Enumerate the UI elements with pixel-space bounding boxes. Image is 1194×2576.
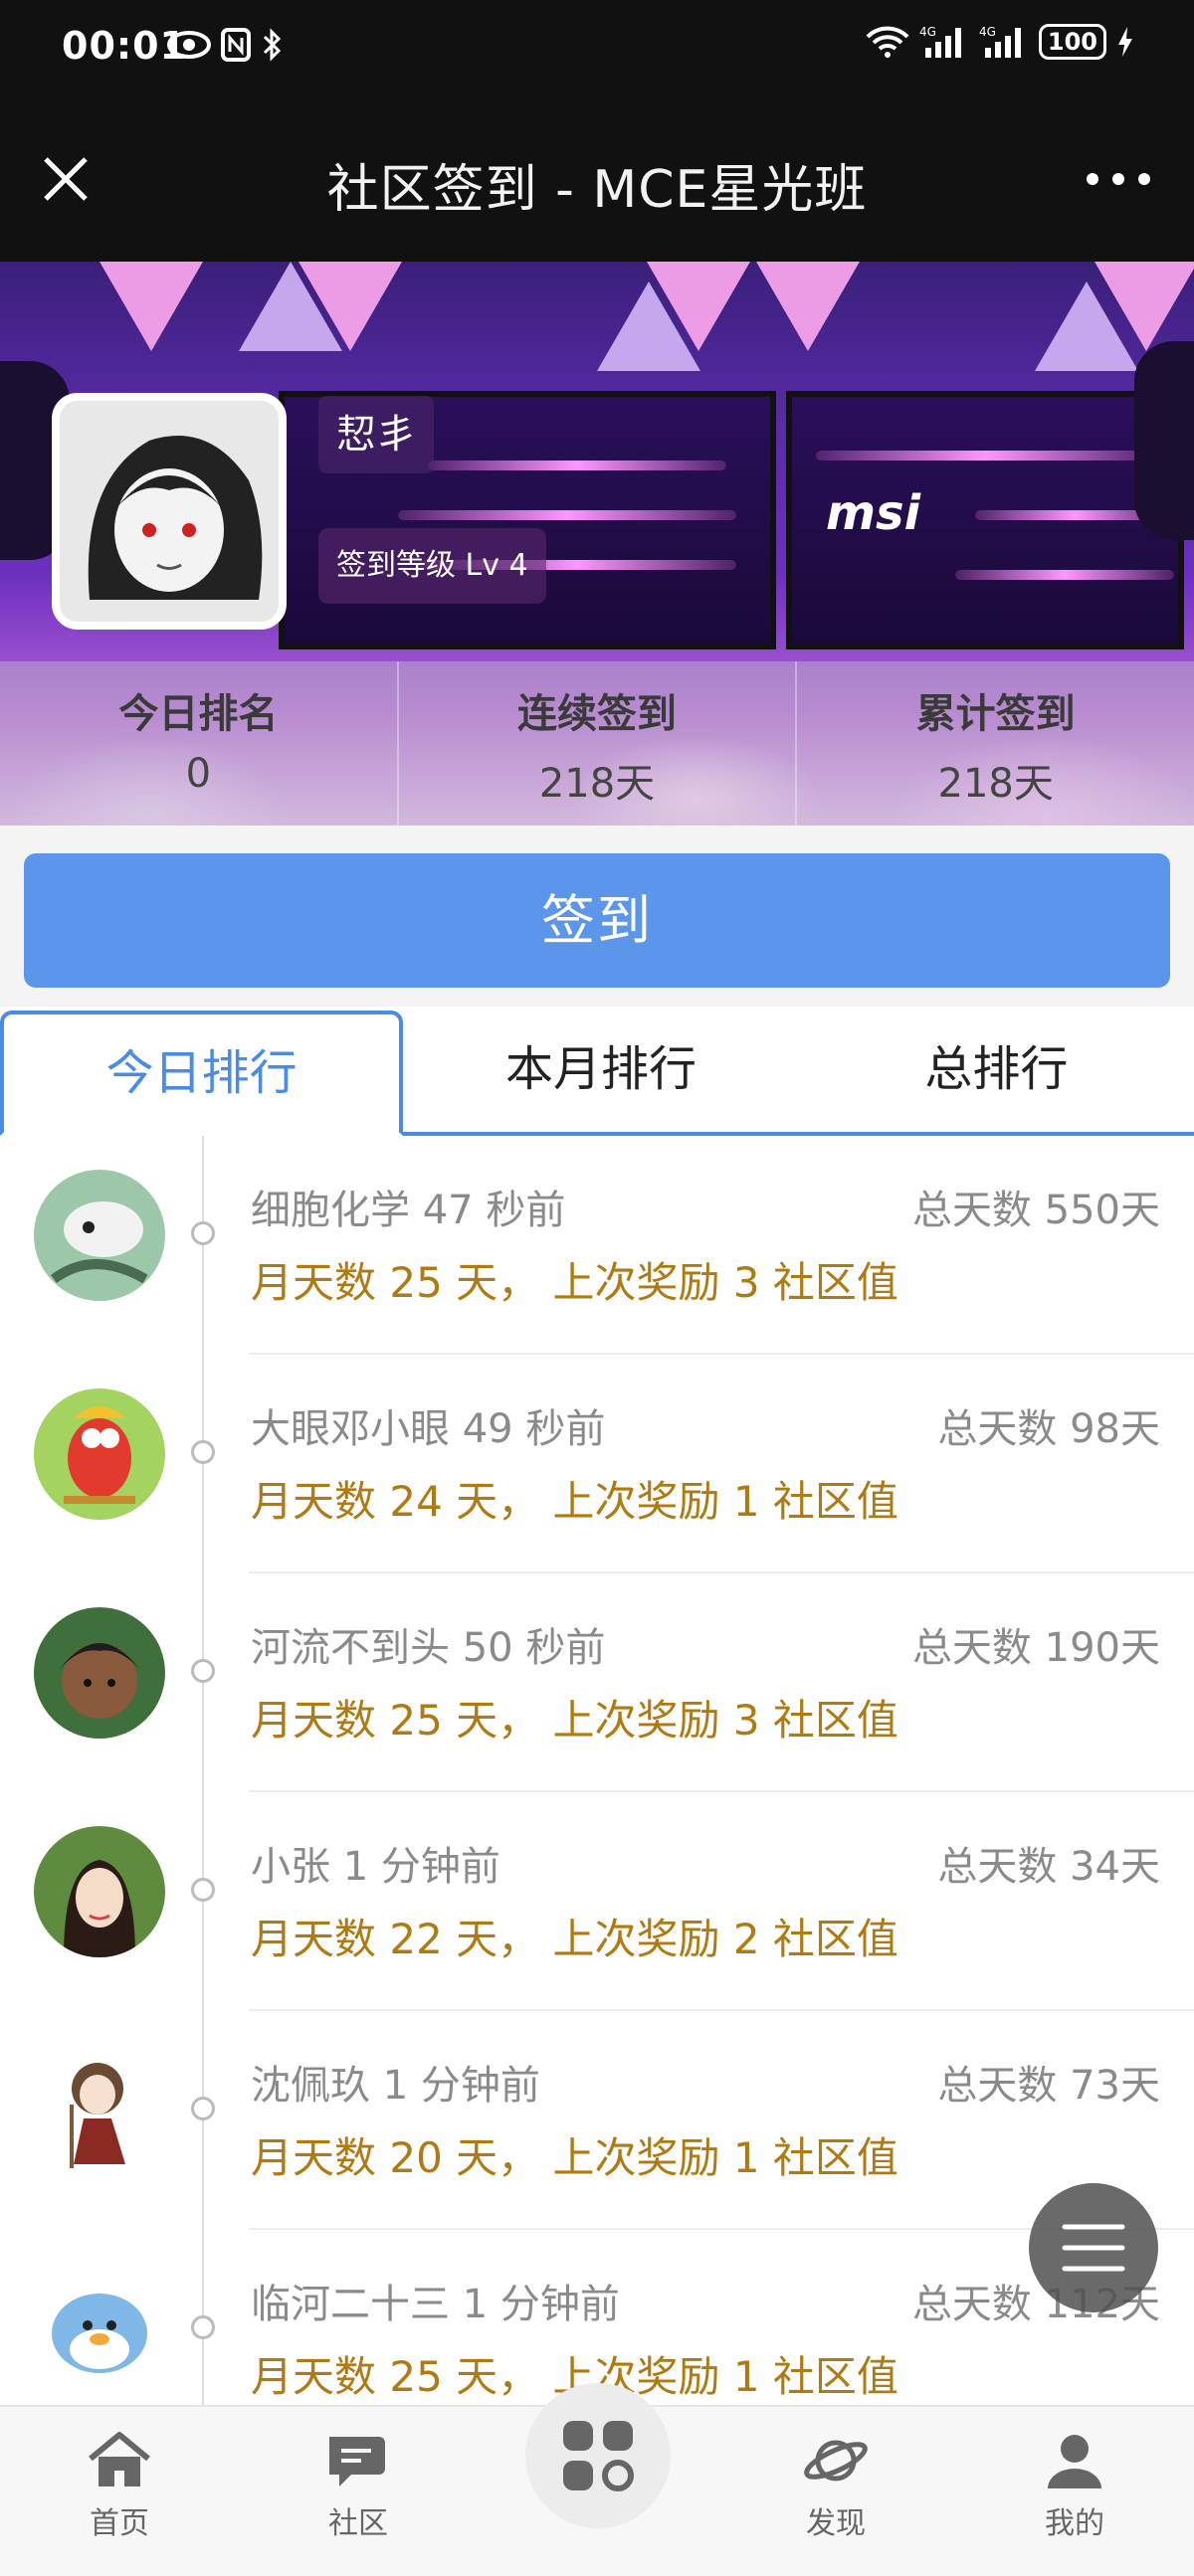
list-item[interactable]: 沈佩玖 1 分钟前 总天数 73天 月天数 20 天， 上次奖励 1 社区值 [0,2011,1194,2230]
home-icon [89,2432,150,2486]
stat-label: 累计签到 [915,691,1076,737]
member-total-days: 总天数 34天 [937,1844,1160,1890]
list-item[interactable]: 大眼邓小眼 49 秒前 总天数 98天 月天数 24 天， 上次奖励 1 社区值 [0,1355,1194,1573]
stat-label: 今日排名 [118,691,279,737]
floating-menu-button[interactable] [1029,2183,1158,2312]
member-month-reward: 月天数 20 天， 上次奖励 1 社区值 [251,2133,898,2182]
avatar[interactable] [34,1388,165,1520]
more-icon[interactable] [1079,149,1158,209]
avatar[interactable] [34,1607,165,1739]
timeline-dot [191,1221,215,1245]
sign-in-button[interactable]: 签到 [24,853,1170,988]
list-item[interactable]: 河流不到头 50 秒前 总天数 190天 月天数 25 天， 上次奖励 3 社区… [0,1573,1194,1792]
avatar[interactable] [34,2045,165,2176]
chat-icon [329,2437,385,2486]
nav-label: 我的 [1045,2506,1104,2541]
svg-text:4G: 4G [919,25,936,39]
list-item[interactable]: 细胞化学 47 秒前 总天数 550天 月天数 25 天， 上次奖励 3 社区值 [0,1136,1194,1355]
member-name-time: 细胞化学 47 秒前 [251,1188,566,1233]
timeline-dot [191,1659,215,1683]
profile-banner: msi 恝丯 签到等级 Lv 4 今日排名 0 连续签到 218天 累计签到 2… [0,262,1194,826]
apps-icon [563,2421,634,2491]
list-item[interactable]: 小张 1 分钟前 总天数 34天 月天数 22 天， 上次奖励 2 社区值 [0,1792,1194,2011]
timeline-dot [191,2315,215,2339]
sign-level-badge: 签到等级 Lv 4 [318,528,546,604]
list-item[interactable]: 临河二十三 1 分钟前 总天数 112天 月天数 25 天， 上次奖励 1 社区… [0,2230,1194,2405]
stat-value: 218天 [937,761,1054,807]
member-total-days: 总天数 550天 [911,1188,1160,1233]
avatar-image-icon [34,1170,165,1301]
bluetooth-icon [263,28,282,62]
nav-mine[interactable]: 我的 [975,2407,1174,2576]
ranking-list: 细胞化学 47 秒前 总天数 550天 月天数 25 天， 上次奖励 3 社区值… [0,1136,1194,2405]
status-bar: 00:01 4G 4G 100 [0,0,1194,99]
member-month-reward: 月天数 25 天， 上次奖励 3 社区值 [251,1696,898,1745]
username: 恝丯 [318,396,434,473]
nav-label: 发现 [806,2506,866,2541]
nav-home[interactable]: 首页 [20,2407,219,2576]
ranking-tabs: 今日排行 本月排行 总排行 [0,1007,1194,1136]
charging-icon [1118,27,1132,57]
avatar[interactable] [34,1826,165,1957]
stat-value: 0 [185,751,212,797]
member-name-time: 临河二十三 1 分钟前 [251,2282,620,2327]
eye-icon [167,31,211,59]
signal-4g-icon-2: 4G [979,25,1021,58]
signal-4g-icon: 4G [919,25,961,58]
member-name-time: 沈佩玖 1 分钟前 [251,2063,540,2109]
svg-text:4G: 4G [979,25,996,39]
member-name-time: 小张 1 分钟前 [251,1844,500,1890]
stat-total: 累计签到 218天 [795,661,1194,826]
timeline-dot [191,1440,215,1464]
bottom-nav: 首页 社区 发现 我的 [0,2383,1194,2576]
stat-value: 218天 [538,761,656,807]
nfc-icon [221,28,251,62]
user-avatar[interactable] [52,393,287,630]
hamburger-icon [1062,2224,1125,2272]
member-total-days: 总天数 98天 [937,1406,1160,1452]
sign-area: 签到 [0,826,1194,1007]
nav-label: 首页 [90,2506,149,2541]
timeline-dot [191,2097,215,2120]
avatar[interactable] [34,2264,165,2395]
member-month-reward: 月天数 22 天， 上次奖励 2 社区值 [251,1915,898,1963]
status-icons-left [167,28,283,62]
page-title: 社区签到 - MCE星光班 [326,160,868,220]
planet-icon [804,2440,868,2482]
msi-logo: msi [826,485,921,541]
avatar-image-icon [34,2045,165,2176]
title-bar: 社区签到 - MCE星光班 [0,99,1194,262]
tab-month-ranking[interactable]: 本月排行 [403,1007,798,1132]
member-name-time: 大眼邓小眼 49 秒前 [251,1406,606,1452]
avatar[interactable] [34,1170,165,1301]
member-total-days: 总天数 190天 [911,1625,1160,1671]
member-month-reward: 月天数 25 天， 上次奖励 3 社区值 [251,1258,898,1307]
nav-community[interactable]: 社区 [259,2407,458,2576]
nav-discover[interactable]: 发现 [736,2407,935,2576]
battery-indicator: 100 [1038,24,1106,60]
tab-today-ranking[interactable]: 今日排行 [0,1011,404,1136]
sign-stats: 今日排名 0 连续签到 218天 累计签到 218天 [0,661,1194,826]
avatar-image-icon [34,1826,165,1957]
avatar-image-icon [34,2264,165,2395]
nav-apps[interactable] [525,2383,671,2528]
member-month-reward: 月天数 24 天， 上次奖励 1 社区值 [251,1477,898,1526]
stat-today-rank: 今日排名 0 [0,661,397,826]
nav-label: 社区 [328,2506,388,2541]
avatar-portrait-icon [60,401,279,622]
stat-consecutive: 连续签到 218天 [396,661,796,826]
tab-total-ranking[interactable]: 总排行 [799,1007,1194,1132]
stat-label: 连续签到 [517,691,677,737]
member-total-days: 总天数 73天 [937,2063,1160,2109]
avatar-image-icon [34,1388,165,1520]
status-icons-right: 4G 4G 100 [866,24,1134,60]
member-name-time: 河流不到头 50 秒前 [251,1625,606,1671]
wifi-icon [866,26,909,58]
avatar-image-icon [34,1607,165,1739]
user-icon [1048,2435,1101,2488]
timeline-dot [191,1878,215,1902]
